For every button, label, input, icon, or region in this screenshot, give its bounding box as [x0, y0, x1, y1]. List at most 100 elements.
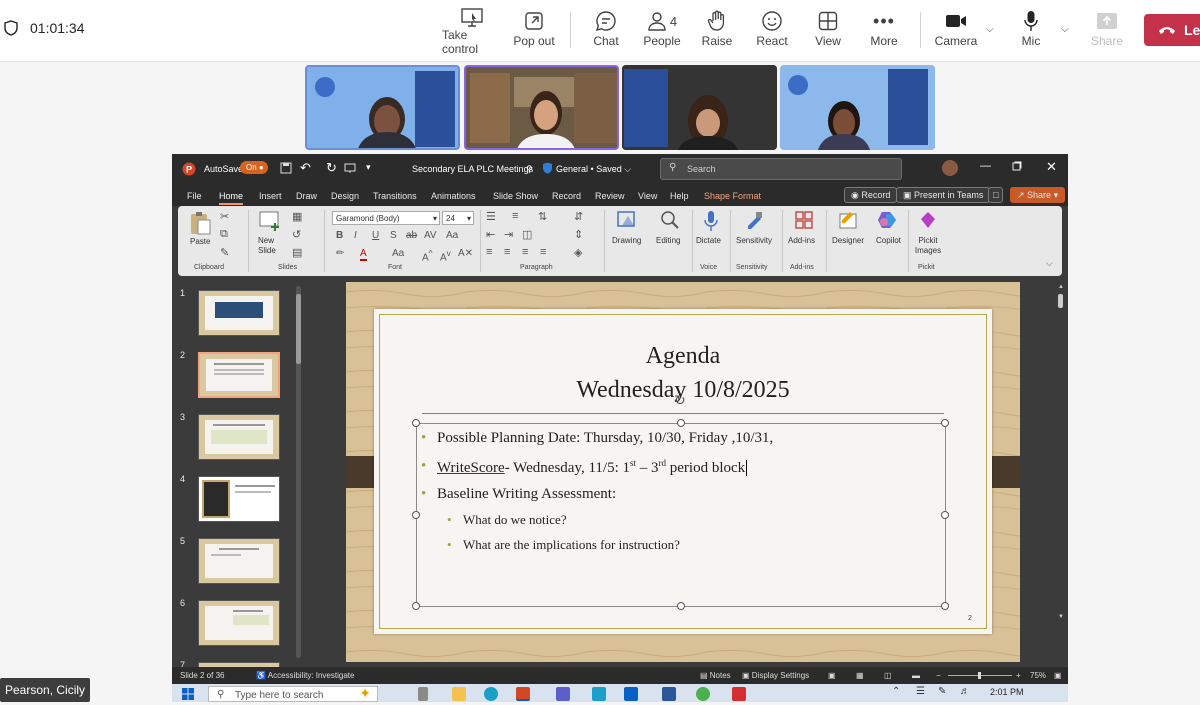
- accessibility-status[interactable]: ♿ Accessibility: Investigate: [256, 671, 354, 680]
- align-text-icon[interactable]: ⇕: [574, 228, 583, 241]
- clear-formatting-icon[interactable]: A✕: [458, 248, 473, 259]
- volume-icon[interactable]: ♬: [960, 686, 970, 697]
- task-view-icon[interactable]: [418, 687, 428, 701]
- resize-handle[interactable]: [941, 419, 949, 427]
- cut-icon[interactable]: ✂: [220, 210, 229, 223]
- paste-button[interactable]: Paste: [190, 237, 210, 246]
- layout-icon[interactable]: ▦: [292, 210, 302, 223]
- resize-handle[interactable]: [677, 602, 685, 610]
- designer-button[interactable]: Designer: [832, 236, 864, 245]
- content-placeholder-selected[interactable]: ↻ • Possible Planning Date: Thursday, 10/…: [412, 392, 949, 610]
- chat-button[interactable]: Chat: [588, 8, 624, 56]
- align-right-icon[interactable]: ≡: [522, 246, 528, 258]
- bullets-icon[interactable]: ☰: [486, 210, 496, 223]
- view-button[interactable]: View: [810, 8, 846, 56]
- normal-view-icon[interactable]: ▣: [828, 671, 836, 680]
- file-explorer-icon[interactable]: [452, 687, 466, 701]
- drawing-icon[interactable]: [616, 210, 638, 232]
- tab-shape-format[interactable]: Shape Format: [704, 191, 761, 201]
- increase-indent-icon[interactable]: ⇥: [504, 228, 513, 241]
- tab-home[interactable]: Home: [219, 191, 244, 205]
- sensitivity-button[interactable]: Sensitivity: [736, 236, 772, 245]
- reading-view-icon[interactable]: ◫: [884, 671, 892, 680]
- sensitivity-icon[interactable]: [744, 210, 764, 232]
- comments-icon[interactable]: □: [988, 187, 1004, 203]
- camera-options-chevron-icon[interactable]: ⌵: [986, 24, 994, 35]
- tab-animations[interactable]: Animations: [431, 191, 476, 201]
- strikethrough-icon[interactable]: ab: [406, 230, 417, 241]
- zoom-level[interactable]: 75%: [1030, 671, 1046, 680]
- justify-icon[interactable]: ≡: [540, 246, 546, 258]
- raise-hand-button[interactable]: Raise: [700, 8, 734, 56]
- ppt-search-box[interactable]: ⚲ Search: [660, 158, 902, 180]
- tab-design[interactable]: Design: [331, 191, 359, 201]
- pickit-icon[interactable]: [918, 210, 938, 232]
- resize-handle[interactable]: [412, 602, 420, 610]
- numbering-icon[interactable]: ≡: [512, 210, 518, 222]
- user-avatar[interactable]: [942, 160, 958, 176]
- record-button[interactable]: ◉ Record: [844, 187, 898, 203]
- italic-icon[interactable]: I: [354, 230, 357, 241]
- notes-button[interactable]: ▤ Notes: [700, 671, 731, 680]
- minimize-icon[interactable]: —: [980, 160, 991, 172]
- document-title[interactable]: Secondary ELA PLC Meetings: [412, 164, 533, 174]
- underline-icon[interactable]: U: [372, 230, 379, 241]
- sensitivity-label[interactable]: General • Saved ⌵: [556, 164, 631, 175]
- shrink-font-icon[interactable]: Av: [440, 248, 451, 263]
- add-ins-icon[interactable]: [794, 210, 814, 232]
- tab-help[interactable]: Help: [670, 191, 689, 201]
- save-icon[interactable]: [280, 162, 292, 176]
- thumbnails-scrollbar[interactable]: [296, 286, 301, 658]
- taskbar-search-input[interactable]: ⚲ Type here to search ✦: [208, 685, 378, 702]
- share-ppt-button[interactable]: ↗ Share ▾: [1010, 187, 1066, 203]
- fit-slide-icon[interactable]: ▣: [1054, 671, 1062, 680]
- zoom-out-icon[interactable]: −: [936, 671, 941, 680]
- columns-icon[interactable]: ◫: [522, 228, 532, 241]
- more-button[interactable]: ••• More: [864, 8, 904, 56]
- resize-handle[interactable]: [412, 419, 420, 427]
- resize-handle[interactable]: [677, 419, 685, 427]
- text-direction-icon[interactable]: ⇵: [574, 210, 583, 223]
- display-settings-button[interactable]: ▣ Display Settings: [742, 671, 809, 680]
- editing-button[interactable]: Editing: [656, 236, 680, 245]
- rotate-handle-icon[interactable]: ↻: [674, 392, 686, 409]
- undo-icon[interactable]: ↶: [300, 160, 311, 176]
- resize-handle[interactable]: [941, 511, 949, 519]
- drawing-button[interactable]: Drawing: [612, 236, 641, 245]
- char-spacing-icon[interactable]: AV: [424, 230, 437, 241]
- canvas-scrollbar[interactable]: ▲ ▼: [1058, 284, 1064, 659]
- present-in-teams-button[interactable]: ▣ Present in Teams: [896, 187, 991, 203]
- font-size-select[interactable]: 24 ▾: [442, 211, 474, 225]
- zoom-in-icon[interactable]: +: [1016, 671, 1021, 680]
- mic-button[interactable]: Mic: [1016, 8, 1046, 56]
- tab-record[interactable]: Record: [552, 191, 581, 201]
- outlook-icon[interactable]: [624, 687, 638, 701]
- section-icon[interactable]: ▤: [292, 246, 302, 259]
- slide-2[interactable]: Agenda Wednesday 10/8/2025 ↻ • Possible P…: [374, 309, 992, 634]
- tray-chevron-icon[interactable]: ⌃: [892, 686, 900, 697]
- qat-more-icon[interactable]: ▾: [366, 162, 371, 173]
- share-button[interactable]: Share: [1090, 8, 1124, 56]
- slide-show-icon[interactable]: ▬: [912, 671, 920, 680]
- leave-button[interactable]: Le: [1144, 14, 1200, 46]
- restore-icon[interactable]: [1012, 161, 1022, 173]
- acrobat-icon[interactable]: [732, 687, 746, 701]
- slide-thumbnail-selected[interactable]: [198, 352, 280, 398]
- editing-icon[interactable]: [660, 210, 680, 232]
- dictate-button[interactable]: Dictate: [696, 236, 721, 245]
- align-center-icon[interactable]: ≡: [504, 246, 510, 258]
- taskbar-clock[interactable]: 2:01 PM: [990, 687, 1024, 697]
- redo-icon[interactable]: ↻: [326, 160, 337, 176]
- resize-handle[interactable]: [412, 511, 420, 519]
- change-case-icon[interactable]: Aa: [446, 230, 458, 241]
- take-control-button[interactable]: Take control: [442, 8, 502, 56]
- slide-thumbnail[interactable]: [198, 414, 280, 460]
- dictate-icon[interactable]: [704, 210, 718, 234]
- pickit-images-button[interactable]: Pickit Images: [913, 236, 943, 256]
- react-button[interactable]: React: [754, 8, 790, 56]
- text-case-icon[interactable]: Aa: [392, 248, 404, 259]
- slide-thumbnail[interactable]: [198, 476, 280, 522]
- app-icon[interactable]: [592, 687, 606, 701]
- present-icon[interactable]: [344, 162, 356, 176]
- pop-out-button[interactable]: Pop out: [510, 8, 558, 56]
